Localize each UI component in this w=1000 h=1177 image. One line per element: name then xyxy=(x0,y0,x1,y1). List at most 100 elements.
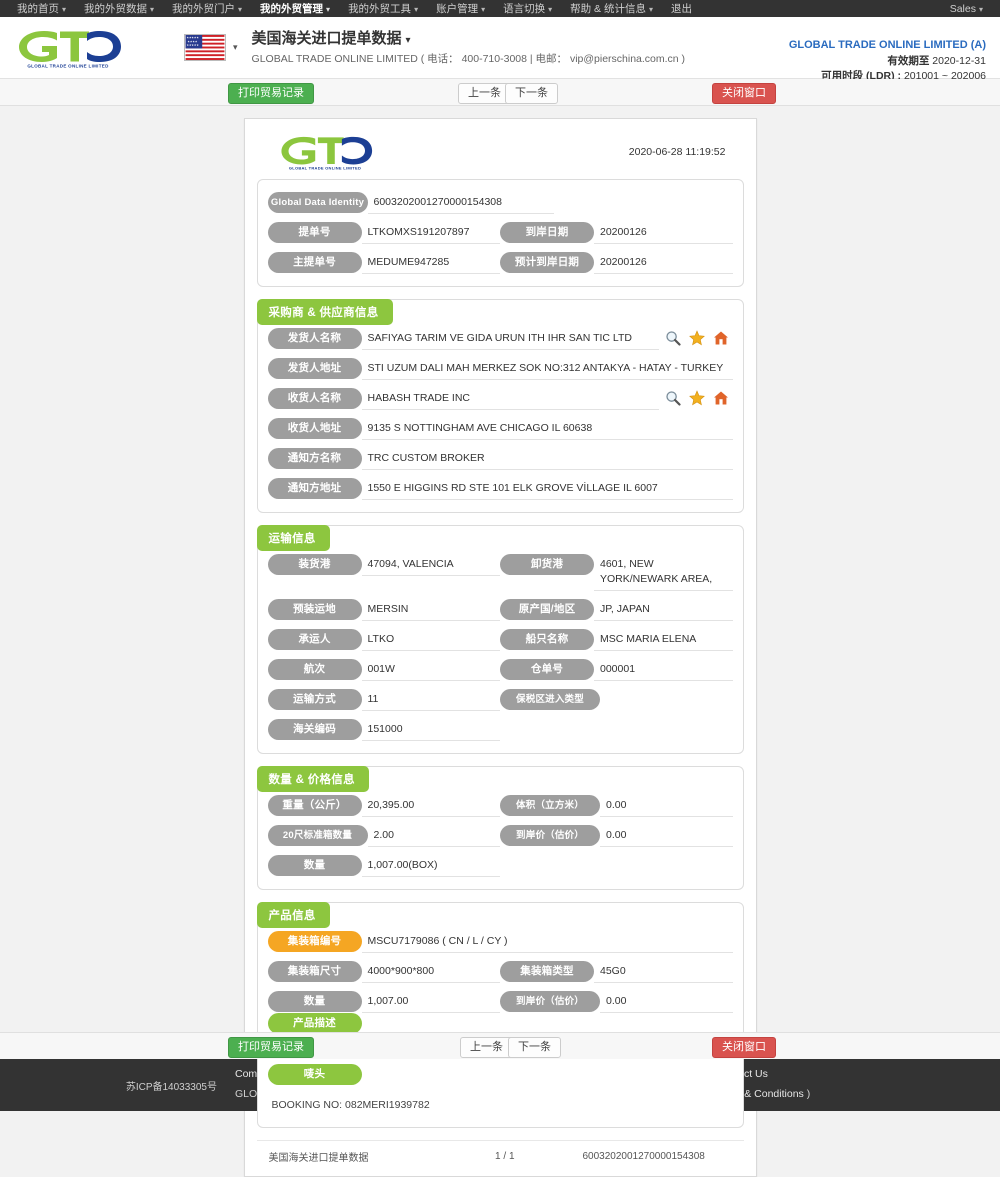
field-cell: 到岸价（估价） 0.00 xyxy=(500,825,733,847)
field-value: 47094, VALENCIA xyxy=(361,554,500,576)
field-cell: 承运人 LTKO xyxy=(267,629,500,651)
field-value: LTKOMXS191207897 xyxy=(361,222,500,244)
country-flag-selector[interactable]: ★★★★★ ★★★★ ★★★★★ ▾ xyxy=(184,34,238,61)
field-value: 9135 S NOTTINGHAM AVE CHICAGO IL 60638 xyxy=(361,418,733,440)
field-label: 到岸日期 xyxy=(500,222,594,243)
field-value: STI UZUM DALI MAH MERKEZ SOK NO:312 ANTA… xyxy=(361,358,733,380)
card-title-transport: 运输信息 xyxy=(256,525,330,551)
chevron-down-icon: ▾ xyxy=(978,4,983,14)
field-label: 装货港 xyxy=(267,554,362,575)
row-bill-field: 主提单号 MEDUME947285 预计到岸日期 20200126 xyxy=(267,252,733,274)
value-container-no: MSCU7179086 ( CN / L / CY ) xyxy=(361,931,733,953)
nav-user-label: Sales xyxy=(949,2,976,15)
row-party: 通知方地址 1550 E HIGGINS RD STE 101 ELK GROVE… xyxy=(267,478,733,500)
field-cell: 20尺标准箱数量 2.00 xyxy=(267,825,500,847)
field-label: 20尺标准箱数量 xyxy=(267,825,368,846)
label-container-no: 集装箱编号 xyxy=(267,931,362,952)
search-icon[interactable] xyxy=(665,330,681,346)
field-cell: 预计到岸日期 20200126 xyxy=(500,252,733,274)
row-field-pair: 装货港 47094, VALENCIA 卸货港 4601, NEW YORK/NEWA… xyxy=(267,554,733,591)
account-info-block: GLOBAL TRADE ONLINE LIMITED (A) 有效期至 202… xyxy=(789,37,986,85)
field-label: 数量 xyxy=(267,855,362,876)
field-value: 000001 xyxy=(594,659,733,681)
nav-item-4[interactable]: 我的外贸工具 ▾ xyxy=(339,1,427,16)
field-cell: 集装箱类型 45G0 xyxy=(500,961,733,983)
page-header: GLOBAL TRADE ONLINE LIMITED ★★★★★ ★★★★ ★★★… xyxy=(0,17,1000,82)
nav-item-label: 退出 xyxy=(670,3,692,15)
chevron-down-icon[interactable]: ▾ xyxy=(406,35,411,46)
field-value: MERSIN xyxy=(361,599,500,621)
document-footer-page: 1 / 1 xyxy=(495,1151,515,1162)
field-cell: 发货人名称 SAFIYAG TARIM VE GIDA URUN ITH IHR … xyxy=(267,328,733,350)
row-party: 收货人地址 9135 S NOTTINGHAM AVE CHICAGO IL 60… xyxy=(267,418,733,440)
field-value: 1,007.00 xyxy=(361,991,500,1013)
nav-item-3[interactable]: 我的外贸管理 ▾ xyxy=(251,1,339,16)
toolbar-bottom: 打印贸易记录 上一条 下一条 关闭窗口 xyxy=(0,1032,1000,1059)
card-title-parties: 采购商 & 供应商信息 xyxy=(256,299,393,325)
close-window-button[interactable]: 关闭窗口 xyxy=(712,83,776,104)
row-bill-field: 提单号 LTKOMXS191207897 到岸日期 20200126 xyxy=(267,222,733,244)
field-value: 0.00 xyxy=(600,825,733,847)
nav-item-user[interactable]: Sales ▾ xyxy=(941,3,992,15)
field-cell: 重量（公斤） 20,395.00 xyxy=(267,795,500,817)
company-contact-line: GLOBAL TRADE ONLINE LIMITED ( 电话： 400-71… xyxy=(251,53,686,66)
chevron-down-icon: ▾ xyxy=(548,5,553,14)
field-value: MEDUME947285 xyxy=(361,252,500,274)
field-label: 重量（公斤） xyxy=(267,795,362,816)
nav-item-2[interactable]: 我的外贸门户 ▾ xyxy=(163,1,251,16)
field-cell: 数量 1,007.00 xyxy=(267,991,500,1013)
close-window-button-bottom[interactable]: 关闭窗口 xyxy=(712,1037,776,1058)
field-cell: 主提单号 MEDUME947285 xyxy=(267,252,500,274)
value-marks: BOOKING NO: 082MERI1939782 xyxy=(271,1099,430,1111)
nav-item-8[interactable]: 退出 xyxy=(662,1,701,16)
field-label: 提单号 xyxy=(267,222,362,243)
nav-item-label: 语言切换 xyxy=(503,3,546,15)
print-record-button-bottom[interactable]: 打印贸易记录 xyxy=(228,1037,314,1058)
row-field-pair: 数量 1,007.00(BOX) xyxy=(267,855,733,877)
field-label: 海关编码 xyxy=(267,719,362,740)
card-title-quantity: 数量 & 价格信息 xyxy=(256,766,369,792)
field-value: 1,007.00(BOX) xyxy=(361,855,500,877)
nav-item-7[interactable]: 帮助 & 统计信息 ▾ xyxy=(561,1,662,16)
validity-label: 有效期至 xyxy=(887,54,930,67)
nav-item-0[interactable]: 我的首页 ▾ xyxy=(8,1,75,16)
card-parties: 采购商 & 供应商信息 发货人名称 SAFIYAG TARIM VE GIDA U… xyxy=(256,299,744,513)
star-icon[interactable] xyxy=(688,390,705,406)
previous-record-button-bottom[interactable]: 上一条 xyxy=(460,1037,513,1058)
field-value: 0.00 xyxy=(600,795,733,817)
field-label: 预装运地 xyxy=(267,599,362,620)
field-value: TRC CUSTOM BROKER xyxy=(361,448,733,470)
field-cell: 通知方名称 TRC CUSTOM BROKER xyxy=(267,448,733,470)
nav-item-5[interactable]: 账户管理 ▾ xyxy=(427,1,494,16)
label-marks: 唛头 xyxy=(267,1064,362,1085)
nav-item-label: 账户管理 xyxy=(436,3,479,15)
row-party: 发货人地址 STI UZUM DALI MAH MERKEZ SOK NO:312… xyxy=(267,358,733,380)
nav-item-6[interactable]: 语言切换 ▾ xyxy=(494,1,561,16)
document-footer: 美国海关进口提单数据 1 / 1 6003202001270000154308 xyxy=(256,1140,744,1166)
field-label: 承运人 xyxy=(267,629,362,650)
field-value: 151000 xyxy=(361,719,500,741)
field-cell: 数量 1,007.00(BOX) xyxy=(267,855,500,877)
field-value: SAFIYAG TARIM VE GIDA URUN ITH IHR SAN T… xyxy=(361,328,659,350)
field-value: 001W xyxy=(361,659,500,681)
account-name[interactable]: GLOBAL TRADE ONLINE LIMITED (A) xyxy=(789,37,986,54)
field-label: 收货人名称 xyxy=(267,388,362,409)
next-record-button-bottom[interactable]: 下一条 xyxy=(508,1037,561,1058)
search-icon[interactable] xyxy=(665,390,681,406)
validity-value: 2020-12-31 xyxy=(932,54,986,67)
star-icon[interactable] xyxy=(688,330,705,346)
next-record-button[interactable]: 下一条 xyxy=(505,83,558,104)
chevron-down-icon: ▾ xyxy=(326,5,331,14)
field-cell: 保税区进入类型 xyxy=(500,689,733,710)
bill-of-lading-document: GLOBAL TRADE ONLINE LIMITED 2020-06-28 1… xyxy=(243,118,757,1177)
previous-record-button[interactable]: 上一条 xyxy=(458,83,511,104)
print-record-button[interactable]: 打印贸易记录 xyxy=(228,83,314,104)
home-icon[interactable] xyxy=(713,330,729,346)
page-title-block: 美国海关进口提单数据 ▾ GLOBAL TRADE ONLINE LIMITED … xyxy=(252,29,686,66)
field-value: 11 xyxy=(361,689,500,711)
field-cell: 原产国/地区 JP, JAPAN xyxy=(500,599,733,621)
field-label: 数量 xyxy=(267,991,362,1012)
nav-item-1[interactable]: 我的外贸数据 ▾ xyxy=(75,1,163,16)
field-value: 0.00 xyxy=(600,991,733,1013)
home-icon[interactable] xyxy=(713,390,729,406)
